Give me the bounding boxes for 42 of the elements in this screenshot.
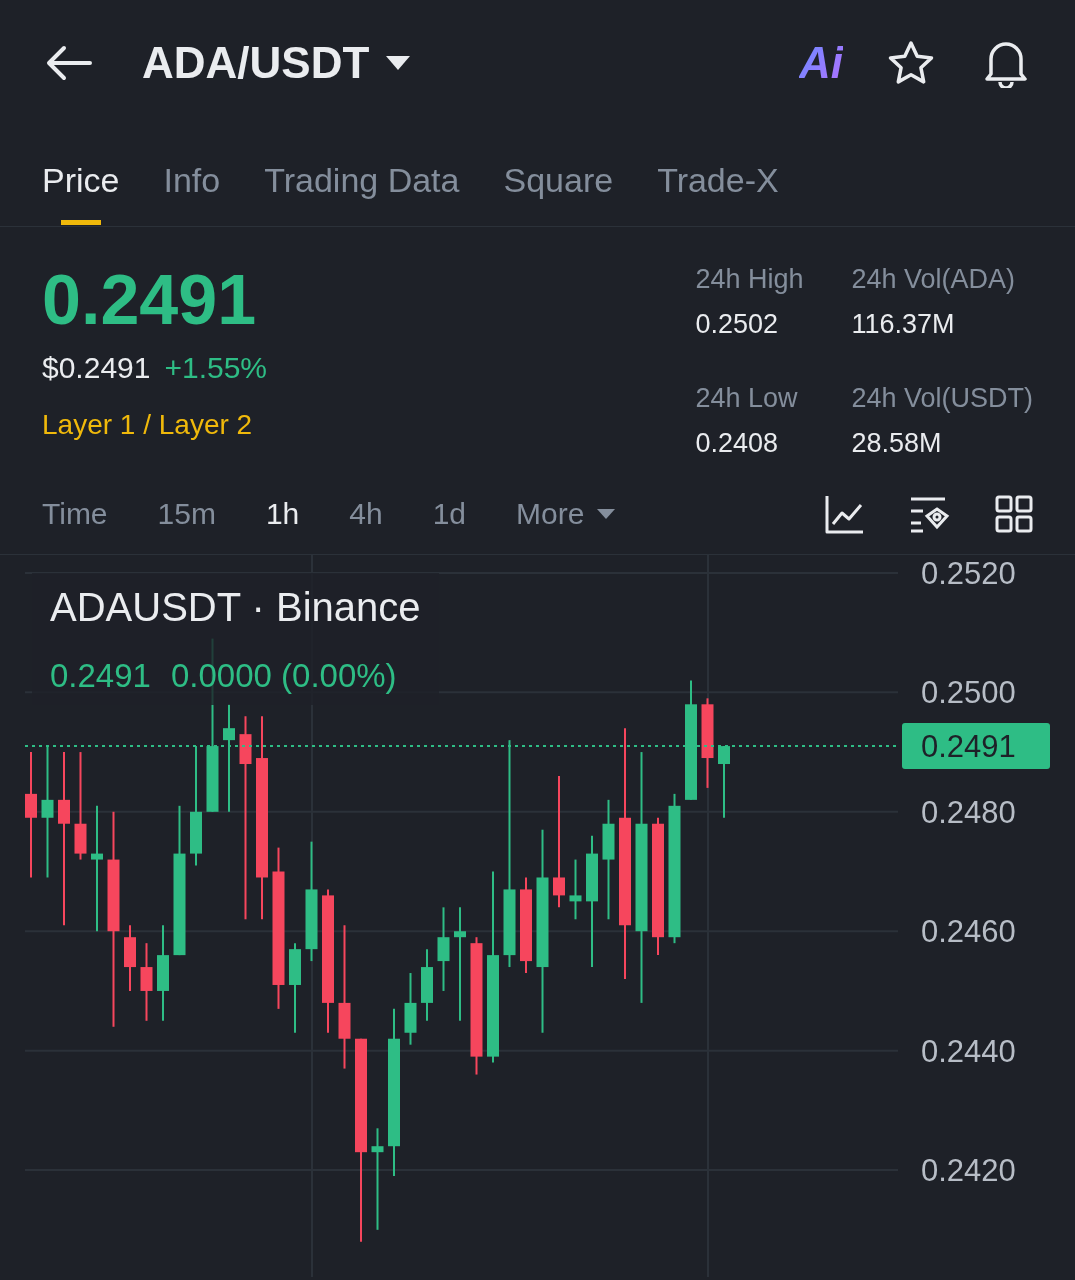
stat-label: 24h Low	[695, 382, 799, 415]
price-change: +1.55%	[164, 350, 268, 386]
legend-change: 0.0000 (0.00%)	[170, 656, 397, 696]
stat-label: 24h High	[695, 263, 805, 296]
more-dropdown[interactable]: More	[516, 491, 617, 536]
pair-selector[interactable]: ADA/USDT	[142, 29, 412, 96]
price-axis-label: 0.2480	[921, 794, 1016, 830]
back-icon[interactable]	[46, 44, 92, 81]
chart-title: ADAUSDT · Binance	[50, 584, 421, 631]
star-icon[interactable]	[887, 39, 935, 86]
tab[interactable]: Square	[503, 155, 614, 225]
grid-layout-icon[interactable]	[995, 494, 1033, 533]
line-chart-icon[interactable]	[825, 493, 865, 534]
stat-value: 0.2502	[695, 307, 779, 341]
tab[interactable]: Info	[163, 155, 221, 225]
interval-option[interactable]: 4h	[349, 491, 383, 536]
price-axis-label: 0.2420	[921, 1153, 1016, 1189]
candlestick	[124, 924, 136, 992]
stat-value: 0.2408	[695, 426, 779, 460]
stat-label: 24h Vol(USDT)	[851, 382, 1033, 415]
price-axis-label: 0.2440	[921, 1033, 1016, 1069]
category-link[interactable]: Layer 1 / Layer 2	[42, 404, 268, 446]
interval-option[interactable]: 1h	[265, 491, 300, 536]
caret-icon	[596, 507, 617, 520]
tab[interactable]: Trade-X	[657, 155, 779, 225]
legend-price: 0.2491	[50, 656, 151, 696]
tab[interactable]: Price	[42, 155, 120, 225]
stat-label: 24h Vol(ADA)	[851, 263, 1016, 296]
interval-option[interactable]: 1d	[432, 491, 467, 536]
tab[interactable]: Trading Data	[264, 155, 460, 225]
price-axis-label: 0.2460	[921, 914, 1016, 950]
candlestick	[569, 858, 582, 921]
price-axis-label: 0.2500	[921, 675, 1016, 711]
stat-value: 28.58M	[851, 426, 943, 460]
usd-price: $0.2491	[42, 350, 151, 386]
caret-icon	[385, 54, 412, 71]
last-price: 0.2491	[42, 261, 258, 339]
stat-value: 116.37M	[851, 307, 956, 341]
current-price-tag: 0.2491	[902, 723, 1050, 770]
interval-option[interactable]: 15m	[157, 491, 216, 536]
interval-option[interactable]: Time	[42, 491, 108, 536]
price-axis-label: 0.2520	[921, 555, 1016, 591]
